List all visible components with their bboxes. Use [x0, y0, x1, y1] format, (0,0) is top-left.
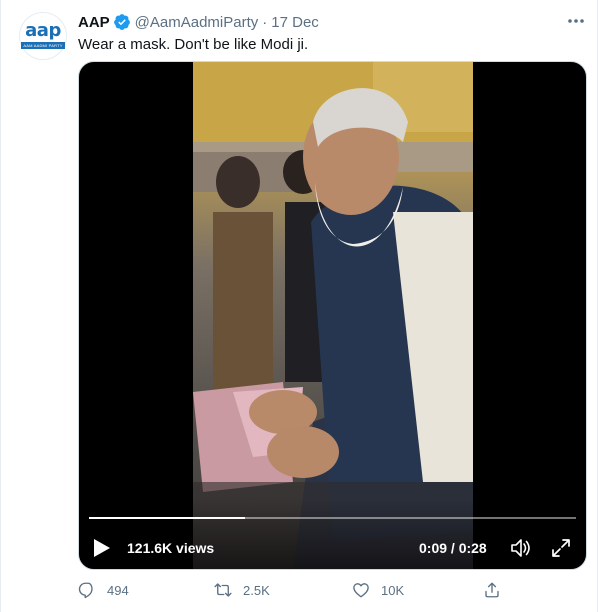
author-handle[interactable]: @AamAadmiParty — [135, 14, 259, 31]
like-count: 10K — [381, 582, 405, 598]
tweet-header: AAP @AamAadmiParty · 17 Dec — [78, 12, 319, 32]
like-icon — [353, 583, 369, 598]
verified-badge-icon — [113, 14, 130, 30]
video-progress-fill — [89, 517, 245, 519]
play-icon[interactable] — [93, 538, 111, 558]
header-separator: · — [262, 13, 268, 31]
avatar[interactable]: aap AAM AADMI PARTY — [19, 12, 67, 60]
tweet-text: Wear a mask. Don't be like Modi ji. — [78, 36, 309, 53]
volume-icon[interactable] — [510, 538, 532, 558]
retweet-icon — [214, 583, 232, 597]
video-player[interactable]: 121.6K views 0:09 / 0:28 — [78, 61, 587, 570]
video-progress-bar[interactable] — [89, 517, 576, 519]
tweet-card[interactable]: aap AAM AADMI PARTY AAP @AamAadmiParty ·… — [0, 0, 598, 612]
retweet-button[interactable]: 2.5K — [214, 578, 270, 602]
reply-count: 494 — [107, 582, 129, 598]
reply-icon — [78, 582, 93, 599]
more-options-icon[interactable] — [565, 12, 587, 30]
video-frame-image — [193, 62, 473, 569]
like-button[interactable]: 10K — [352, 578, 404, 602]
avatar-logo-subtext: AAM AADMI PARTY — [21, 42, 65, 49]
tweet-actions: 494 2.5K 10K — [78, 578, 518, 602]
avatar-logo-text: aap — [25, 20, 61, 41]
retweet-count: 2.5K — [243, 582, 270, 598]
fullscreen-icon[interactable] — [551, 538, 571, 558]
reply-button[interactable]: 494 — [78, 578, 129, 602]
video-time: 0:09 / 0:28 — [419, 540, 487, 556]
video-frame — [193, 62, 473, 569]
video-controls-background — [79, 499, 586, 569]
tweet-date[interactable]: 17 Dec — [271, 14, 319, 31]
video-view-count: 121.6K views — [127, 540, 215, 556]
share-icon — [485, 582, 499, 598]
share-button[interactable] — [483, 578, 501, 602]
author-name[interactable]: AAP — [78, 14, 110, 31]
